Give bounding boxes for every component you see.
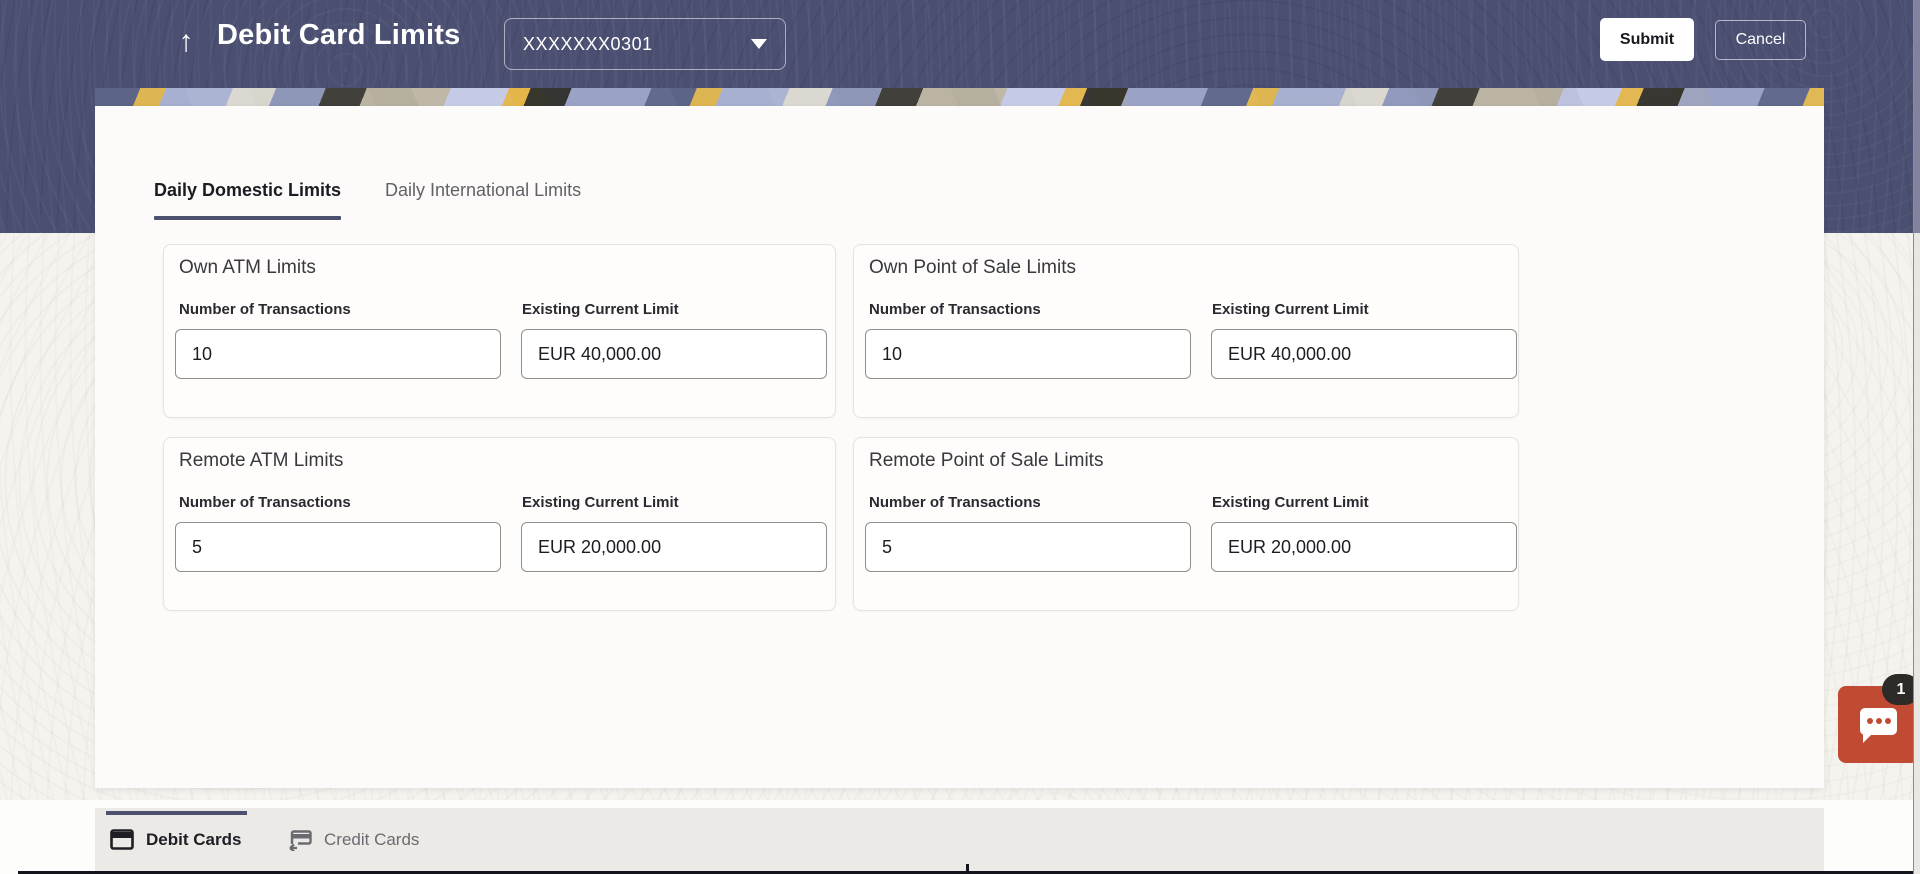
back-arrow-icon[interactable]: ↑ [168,22,204,62]
remote-atm-transactions-input[interactable] [175,522,501,572]
chat-bubble-icon [1860,708,1897,743]
number-of-transactions-label: Number of Transactions [179,494,351,511]
own-pos-limit-input[interactable] [1211,329,1517,379]
own-atm-limit-input[interactable] [521,329,827,379]
tab-daily-domestic-limits[interactable]: Daily Domestic Limits [154,180,342,220]
remote-atm-limit-input[interactable] [521,522,827,572]
own-pos-transactions-input[interactable] [865,329,1191,379]
limits-panel: Daily Domestic Limits Daily Internationa… [95,106,1824,788]
page-scrollbar[interactable] [1913,0,1920,874]
existing-current-limit-label: Existing Current Limit [522,494,679,511]
number-of-transactions-label: Number of Transactions [179,301,351,318]
bottom-center-tick [966,864,969,871]
card-type-tab-bar: Debit Cards Credit Cards [95,808,1824,871]
debit-cards-label: Debit Cards [146,829,242,849]
card-number-dropdown[interactable]: XXXXXXX0301 [504,18,786,70]
own-atm-transactions-input[interactable] [175,329,501,379]
credit-cards-label: Credit Cards [324,829,420,849]
remote-pos-transactions-input[interactable] [865,522,1191,572]
remote-atm-limits-card: Remote ATM Limits Number of Transactions… [163,437,836,611]
existing-current-limit-label: Existing Current Limit [1212,494,1369,511]
tab-debit-cards[interactable]: Debit Cards [110,808,241,871]
number-of-transactions-label: Number of Transactions [869,494,1041,511]
card-title: Own ATM Limits [179,257,316,278]
credit-card-swap-icon [288,829,312,851]
existing-current-limit-label: Existing Current Limit [1212,301,1369,318]
number-of-transactions-label: Number of Transactions [869,301,1041,318]
debit-card-icon [110,829,134,850]
card-title: Remote ATM Limits [179,450,344,471]
remote-pos-limits-card: Remote Point of Sale Limits Number of Tr… [853,437,1519,611]
own-pos-limits-card: Own Point of Sale Limits Number of Trans… [853,244,1519,418]
submit-button[interactable]: Submit [1600,18,1694,61]
existing-current-limit-label: Existing Current Limit [522,301,679,318]
tab-credit-cards[interactable]: Credit Cards [288,808,419,871]
card-number-value: XXXXXXX0301 [523,33,653,54]
cancel-button[interactable]: Cancel [1715,20,1806,60]
remote-pos-limit-input[interactable] [1211,522,1517,572]
own-atm-limits-card: Own ATM Limits Number of Transactions Ex… [163,244,836,418]
card-title: Remote Point of Sale Limits [869,450,1104,471]
chevron-down-icon [751,39,767,49]
banner-collage-strip [95,88,1824,106]
card-title: Own Point of Sale Limits [869,257,1076,278]
scrollbar-thumb[interactable] [1914,0,1920,233]
debit-card-limits-page: ↑ Debit Card Limits XXXXXXX0301 Submit C… [0,0,1920,874]
page-title: Debit Card Limits [217,19,461,51]
tab-daily-international-limits[interactable]: Daily International Limits [385,180,581,201]
